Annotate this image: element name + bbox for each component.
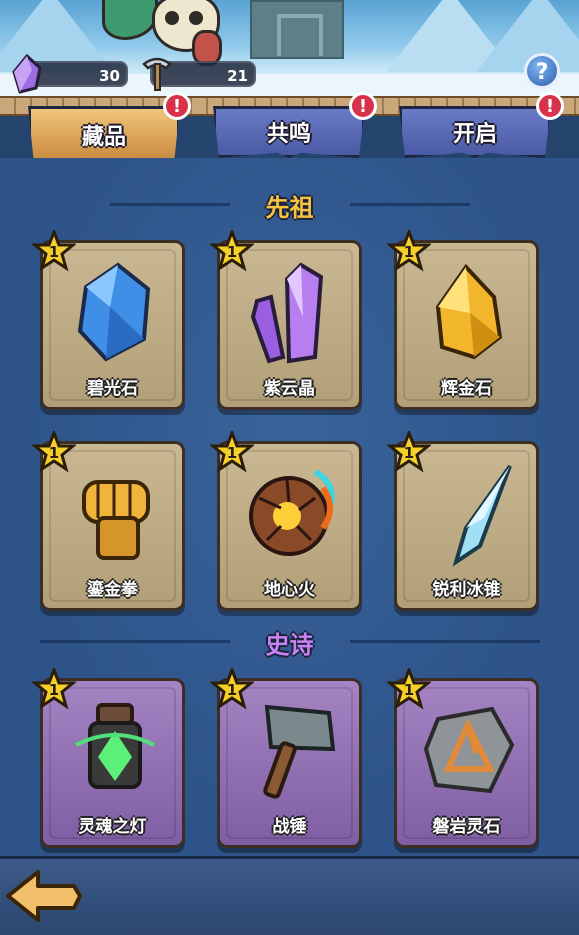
rune-stone-icon xyxy=(423,706,515,794)
star-level: 1 xyxy=(404,243,414,261)
ice-shard-icon xyxy=(452,464,512,567)
alert-badge: ! xyxy=(163,92,191,120)
crystal-count: 30 xyxy=(99,67,120,85)
help-button[interactable]: ? xyxy=(524,53,560,89)
star-level-badge: 1 xyxy=(210,230,254,272)
magma-rock-icon xyxy=(249,469,335,556)
star-level: 1 xyxy=(227,681,237,699)
pickaxe-icon xyxy=(142,57,172,91)
star-level-badge: 1 xyxy=(32,431,76,473)
star-level: 1 xyxy=(227,444,237,462)
section-ancestor: 先祖 xyxy=(0,184,579,224)
war-hammer-icon xyxy=(263,704,336,799)
star-level: 1 xyxy=(49,681,59,699)
section-epic: 史诗 xyxy=(0,621,579,661)
star-level-badge: 1 xyxy=(32,230,76,272)
tab-collection[interactable]: 藏品 xyxy=(28,106,180,164)
back-arrow-icon[interactable] xyxy=(4,866,84,926)
soul-lantern-icon xyxy=(75,703,155,789)
bottom-bar xyxy=(0,856,579,935)
purple-crystal-icon xyxy=(250,262,324,364)
item-name: 灵魂之灯 xyxy=(78,817,147,837)
gold-ore-icon xyxy=(435,263,503,360)
item-name: 锐利冰锥 xyxy=(432,580,501,600)
star-level-badge: 1 xyxy=(387,230,431,272)
star-level-badge: 1 xyxy=(210,668,254,710)
alert-badge: ! xyxy=(536,92,564,120)
star-level-badge: 1 xyxy=(387,431,431,473)
item-name: 紫云晶 xyxy=(264,379,315,399)
ore-count: 21 xyxy=(227,67,248,85)
item-name: 磐岩灵石 xyxy=(432,817,501,837)
item-name: 辉金石 xyxy=(441,379,492,399)
blue-crystal-icon xyxy=(77,262,151,362)
purple-gem-icon xyxy=(12,54,42,94)
item-name: 碧光石 xyxy=(87,379,138,399)
section-title: 先祖 xyxy=(265,194,314,222)
star-level-badge: 1 xyxy=(210,431,254,473)
tab-resonance[interactable]: 共鸣 xyxy=(213,106,365,158)
section-title: 史诗 xyxy=(265,631,314,659)
tab-label: 开启 xyxy=(452,122,497,147)
alert-badge: ! xyxy=(349,92,377,120)
star-level: 1 xyxy=(49,243,59,261)
item-name: 地心火 xyxy=(264,580,315,600)
star-level: 1 xyxy=(404,444,414,462)
star-level: 1 xyxy=(227,243,237,261)
tab-label: 藏品 xyxy=(81,125,126,150)
ice-temple xyxy=(250,0,344,59)
star-level: 1 xyxy=(49,444,59,462)
item-name: 鎏金拳 xyxy=(87,580,138,600)
tab-label: 共鸣 xyxy=(266,122,311,147)
tab-open[interactable]: 开启 xyxy=(399,106,551,158)
star-level: 1 xyxy=(404,681,414,699)
star-level-badge: 1 xyxy=(387,668,431,710)
golden-fist-icon xyxy=(82,480,150,560)
item-name: 战锤 xyxy=(272,817,307,837)
star-level-badge: 1 xyxy=(32,668,76,710)
